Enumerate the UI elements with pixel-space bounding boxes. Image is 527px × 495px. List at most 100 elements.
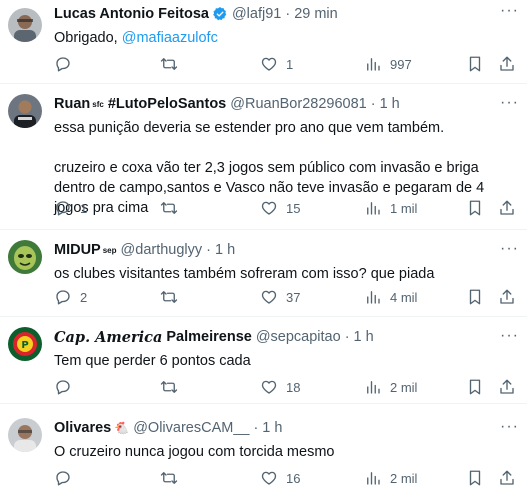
author-name[interactable]: Palmeirense [166,329,251,345]
views-icon [367,58,380,71]
views-button[interactable]: 997 [364,54,412,74]
verified-icon [213,7,227,21]
timestamp[interactable]: 1 h [380,96,400,112]
avatar[interactable]: P [8,327,42,361]
tweet-text-body: Obrigado, [54,30,122,46]
author-name-suffix[interactable]: #LutoPeloSantos [108,96,226,112]
bookmark-button[interactable] [466,377,484,397]
reply-icon [56,201,70,216]
tweet[interactable]: P Cap. America Palmeirense @sepcapitao ·… [0,317,527,404]
reply-button[interactable] [54,54,80,74]
views-button[interactable]: 2 mil [364,377,417,397]
views-button[interactable]: 2 mil [364,468,417,488]
like-button[interactable]: 15 [260,198,300,218]
separator-dot: · [344,329,350,345]
team-badge: sep [102,245,117,255]
timestamp[interactable]: 29 min [294,6,338,22]
more-icon[interactable]: ··· [500,418,519,436]
tweet-text: O cruzeiro nunca jogou com torcida mesmo [54,444,335,460]
bookmark-button[interactable] [466,287,484,307]
views-count: 997 [390,56,412,72]
reply-icon [56,471,70,486]
tweet[interactable]: MIDUP sep @darthuglyy · 1 h os clubes vi… [0,230,527,317]
tweet-text: Obrigado, @mafiaazulofc [54,28,519,48]
retweet-button[interactable] [160,198,186,218]
author-handle[interactable]: @sepcapitao [256,329,341,345]
separator-dot: · [206,242,211,258]
author-handle[interactable]: @RuanBor28296081 [230,96,366,112]
reply-count: 2 [80,289,88,305]
more-icon[interactable]: ··· [500,240,519,258]
like-icon [261,380,277,394]
share-icon [500,289,514,304]
like-count: 15 [286,200,301,216]
author-handle[interactable]: @lafj91 [232,6,281,22]
like-icon [261,57,277,71]
avatar[interactable] [8,8,42,42]
share-icon [500,56,514,71]
share-button[interactable] [498,468,516,488]
bookmark-icon [469,56,481,72]
author-name[interactable]: MIDUP [54,242,101,258]
share-icon [500,470,514,485]
avatar[interactable] [8,94,42,128]
retweet-button[interactable] [160,468,186,488]
reply-button[interactable] [54,468,80,488]
share-button[interactable] [498,54,516,74]
tweet-text: os clubes visitantes também sofreram com… [54,266,435,282]
tweet[interactable]: Lucas Antonio Feitosa @lafj91 · 29 min O… [0,0,527,84]
like-count: 37 [286,289,301,305]
timestamp[interactable]: 1 h [354,329,374,345]
like-button[interactable]: 1 [260,54,293,74]
author-name-styled[interactable]: Cap. America [54,329,162,346]
tweet[interactable]: Ruan sfc #LutoPeloSantos @RuanBor2829608… [0,84,527,230]
bookmark-button[interactable] [466,198,484,218]
author-name[interactable]: Lucas Antonio Feitosa [54,6,209,22]
views-count: 2 mil [390,379,418,395]
author-handle[interactable]: @OlivaresCAM__ [133,420,249,436]
share-button[interactable] [498,287,516,307]
reply-button[interactable]: 2 [54,287,87,307]
like-button[interactable]: 18 [260,377,300,397]
author-handle[interactable]: @darthuglyy [121,242,203,258]
retweet-icon [160,202,178,214]
share-icon [500,200,514,215]
views-icon [367,291,380,304]
retweet-icon [160,291,178,303]
views-icon [367,472,380,485]
team-badge: sfc [92,99,104,109]
like-count: 18 [286,379,301,395]
views-count: 1 mil [390,200,418,216]
views-button[interactable]: 4 mil [364,287,417,307]
retweet-button[interactable] [160,54,186,74]
reply-button[interactable]: 1 [54,198,87,218]
more-icon[interactable]: ··· [500,2,519,20]
reply-count: 1 [80,200,88,216]
like-button[interactable]: 16 [260,468,300,488]
action-bar: 1 15 1 mil [54,198,527,218]
like-button[interactable]: 37 [260,287,300,307]
svg-text:P: P [21,340,28,351]
timestamp[interactable]: 1 h [215,242,235,258]
retweet-button[interactable] [160,377,186,397]
avatar[interactable] [8,418,42,452]
share-button[interactable] [498,198,516,218]
views-button[interactable]: 1 mil [364,198,417,218]
retweet-button[interactable] [160,287,186,307]
bookmark-button[interactable] [466,54,484,74]
author-name[interactable]: Olivares [54,420,111,436]
more-icon[interactable]: ··· [500,94,519,112]
mention-link[interactable]: @mafiaazulofc [122,30,218,46]
reply-button[interactable] [54,377,80,397]
views-icon [367,202,380,215]
action-bar: 18 2 mil [54,377,527,397]
more-icon[interactable]: ··· [500,327,519,345]
share-button[interactable] [498,377,516,397]
bookmark-button[interactable] [466,468,484,488]
retweet-icon [160,472,178,484]
avatar[interactable] [8,240,42,274]
tweet[interactable]: Olivares 🐔 @OlivaresCAM__ · 1 h O cruzei… [0,404,527,495]
author-name[interactable]: Ruan [54,96,90,112]
like-icon [261,201,277,215]
timestamp[interactable]: 1 h [262,420,282,436]
